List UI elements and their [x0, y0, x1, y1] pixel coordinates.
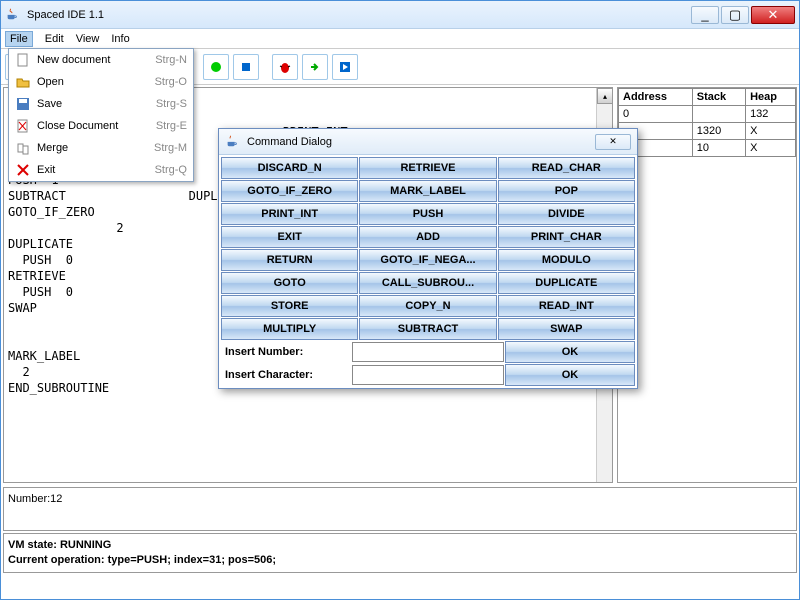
- table-row: 1320X: [619, 123, 796, 140]
- dialog-title: Command Dialog: [247, 136, 595, 148]
- minimize-button[interactable]: _: [691, 6, 719, 24]
- open-icon: [15, 74, 31, 90]
- menu-exit[interactable]: ExitStrg-Q: [9, 159, 193, 181]
- command-dialog: Command Dialog ✕ DISCARD_N RETRIEVE READ…: [218, 128, 638, 389]
- close-button[interactable]: ✕: [751, 6, 795, 24]
- cmd-read-char[interactable]: READ_CHAR: [498, 157, 635, 179]
- col-heap: Heap: [746, 89, 796, 106]
- memory-table: Address Stack Heap 0132 1320X 10X: [617, 87, 797, 483]
- insert-number-input[interactable]: [352, 342, 504, 362]
- continue-icon[interactable]: [332, 54, 358, 80]
- titlebar: Spaced IDE 1.1 _ ▢ ✕: [1, 1, 799, 29]
- insert-char-label: Insert Character:: [221, 367, 351, 383]
- cmd-return[interactable]: RETURN: [221, 249, 358, 271]
- cmd-print-char[interactable]: PRINT_CHAR: [498, 226, 635, 248]
- save-icon: [15, 96, 31, 112]
- cmd-print-int[interactable]: PRINT_INT: [221, 203, 358, 225]
- insert-number-label: Insert Number:: [221, 344, 351, 360]
- cmd-pop[interactable]: POP: [498, 180, 635, 202]
- status-panel: VM state: RUNNING Current operation: typ…: [3, 533, 797, 573]
- cmd-goto-if-negative[interactable]: GOTO_IF_NEGA...: [359, 249, 496, 271]
- exit-icon: [15, 162, 31, 178]
- menu-view[interactable]: View: [76, 33, 100, 45]
- cmd-retrieve[interactable]: RETRIEVE: [359, 157, 496, 179]
- cmd-goto[interactable]: GOTO: [221, 272, 358, 294]
- menubar: File Edit View Info: [1, 29, 799, 49]
- window-title: Spaced IDE 1.1: [27, 9, 691, 21]
- cmd-store[interactable]: STORE: [221, 295, 358, 317]
- output-panel: Number:12: [3, 487, 797, 531]
- java-icon: [225, 134, 241, 150]
- dialog-titlebar: Command Dialog ✕: [219, 129, 637, 155]
- run-icon[interactable]: [203, 54, 229, 80]
- cmd-read-int[interactable]: READ_INT: [498, 295, 635, 317]
- col-stack: Stack: [692, 89, 745, 106]
- cmd-subtract[interactable]: SUBTRACT: [359, 318, 496, 340]
- debug-icon[interactable]: [272, 54, 298, 80]
- menu-close-document[interactable]: Close DocumentStrg-E: [9, 115, 193, 137]
- step-over-icon[interactable]: [302, 54, 328, 80]
- menu-edit[interactable]: Edit: [45, 33, 64, 45]
- java-icon: [5, 7, 21, 23]
- cmd-push[interactable]: PUSH: [359, 203, 496, 225]
- cmd-modulo[interactable]: MODULO: [498, 249, 635, 271]
- menu-open[interactable]: OpenStrg-O: [9, 71, 193, 93]
- menu-merge[interactable]: MergeStrg-M: [9, 137, 193, 159]
- ok-number-button[interactable]: OK: [505, 341, 635, 363]
- cmd-divide[interactable]: DIVIDE: [498, 203, 635, 225]
- new-icon: [15, 52, 31, 68]
- menu-info[interactable]: Info: [111, 33, 129, 45]
- scroll-up-icon[interactable]: ▴: [597, 88, 613, 104]
- cmd-mark-label[interactable]: MARK_LABEL: [359, 180, 496, 202]
- cmd-copy-n[interactable]: COPY_N: [359, 295, 496, 317]
- cmd-goto-if-zero[interactable]: GOTO_IF_ZERO: [221, 180, 358, 202]
- insert-char-input[interactable]: [352, 365, 504, 385]
- ok-char-button[interactable]: OK: [505, 364, 635, 386]
- menu-file[interactable]: File: [5, 31, 33, 47]
- cmd-swap[interactable]: SWAP: [498, 318, 635, 340]
- output-text: Number:12: [8, 493, 62, 505]
- command-grid: DISCARD_N RETRIEVE READ_CHAR GOTO_IF_ZER…: [221, 157, 635, 340]
- maximize-button[interactable]: ▢: [721, 6, 749, 24]
- vm-state: VM state: RUNNING: [8, 538, 792, 553]
- cmd-add[interactable]: ADD: [359, 226, 496, 248]
- table-row: 0132: [619, 106, 796, 123]
- menu-save[interactable]: SaveStrg-S: [9, 93, 193, 115]
- cmd-discard-n[interactable]: DISCARD_N: [221, 157, 358, 179]
- close-doc-icon: [15, 118, 31, 134]
- stop-icon[interactable]: [233, 54, 259, 80]
- table-row: 10X: [619, 140, 796, 157]
- file-menu-dropdown: New documentStrg-N OpenStrg-O SaveStrg-S…: [8, 48, 194, 182]
- cmd-exit[interactable]: EXIT: [221, 226, 358, 248]
- current-operation: Current operation: type=PUSH; index=31; …: [8, 553, 792, 568]
- menu-new-document[interactable]: New documentStrg-N: [9, 49, 193, 71]
- merge-icon: [15, 140, 31, 156]
- cmd-call-subroutine[interactable]: CALL_SUBROU...: [359, 272, 496, 294]
- col-address: Address: [619, 89, 693, 106]
- cmd-duplicate[interactable]: DUPLICATE: [498, 272, 635, 294]
- cmd-multiply[interactable]: MULTIPLY: [221, 318, 358, 340]
- dialog-close-button[interactable]: ✕: [595, 134, 631, 150]
